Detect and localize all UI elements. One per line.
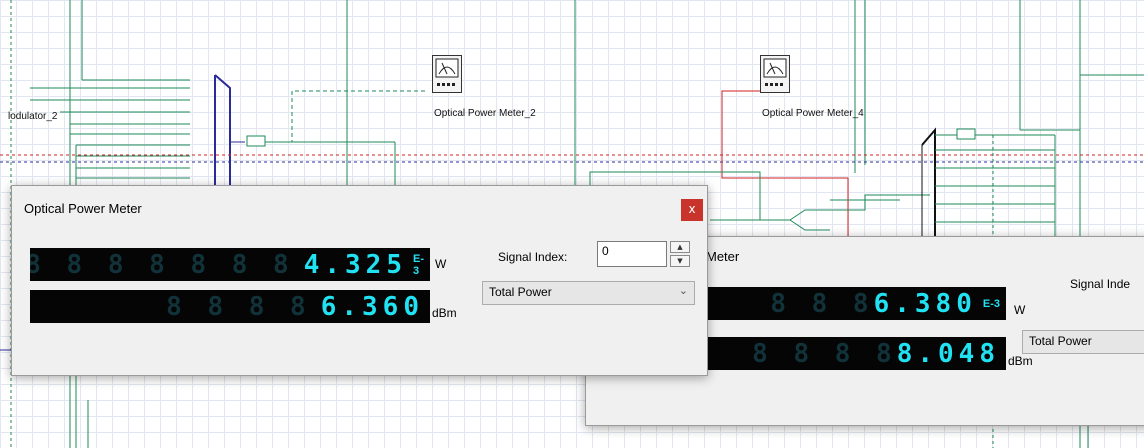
dbm-ghost-digits: 8 8 8 8 [752, 338, 897, 369]
watts-ghost-digits: 8 8 8 8 8 8 8 [30, 249, 294, 280]
optical-power-meter-dialog[interactable]: Optical Power Meter x 8 8 8 8 8 8 8 4.32… [11, 185, 708, 376]
watts-display: 8 8 8 8 8 8 8 4.325 E-3 [30, 248, 430, 281]
signal-index-label: Signal Index: [498, 250, 568, 264]
signal-index-label: Signal Inde [1070, 277, 1131, 291]
watts-value: 4.325 [303, 249, 407, 280]
watts-ghost-digits: 8 8 8 [770, 288, 874, 319]
close-icon: x [688, 202, 696, 216]
dbm-value: 8.048 [896, 338, 1000, 369]
modulator-label: lodulator_2 [8, 111, 58, 122]
signal-index-input[interactable]: 0 [597, 241, 667, 267]
optical-power-meter-4-icon[interactable] [760, 55, 790, 93]
signal-index-stepper[interactable]: ▲ ▼ [670, 241, 690, 267]
meter-4-label: Optical Power Meter_4 [762, 108, 864, 119]
watts-value: 6.380 [873, 288, 977, 319]
dbm-value: 6.360 [320, 291, 424, 322]
chevron-down-icon: ⌄ [678, 284, 688, 297]
watts-exponent: E-3 [413, 252, 424, 277]
dialog-title: Optical Power Meter [24, 201, 142, 216]
dbm-unit: dBm [432, 306, 457, 320]
signal-index-value: 0 [602, 244, 609, 258]
dbm-display: 8 8 8 8 6.360 [30, 290, 430, 323]
watts-unit: W [435, 257, 447, 271]
dialog-title-fragment: Meter [706, 249, 740, 264]
power-mode-value: Total Power [1029, 334, 1092, 348]
watts-display: 8 8 8 6.380 E-3 [706, 287, 1006, 320]
meter-2-label: Optical Power Meter_2 [434, 108, 536, 119]
power-mode-select[interactable]: Total Power [1022, 330, 1144, 354]
dbm-unit: dBm [1008, 354, 1033, 368]
power-mode-select[interactable]: Total Power ⌄ [482, 281, 695, 305]
watts-unit: W [1014, 303, 1026, 317]
dbm-display: 8 8 8 8 8.048 [706, 337, 1006, 370]
power-mode-value: Total Power [489, 285, 552, 299]
spin-up-icon[interactable]: ▲ [670, 241, 690, 253]
optical-power-meter-2-icon[interactable] [432, 55, 462, 93]
close-button[interactable]: x [681, 199, 703, 221]
dbm-ghost-digits: 8 8 8 8 [166, 291, 311, 322]
spin-down-icon[interactable]: ▼ [670, 255, 690, 267]
watts-exponent: E-3 [982, 297, 1000, 310]
